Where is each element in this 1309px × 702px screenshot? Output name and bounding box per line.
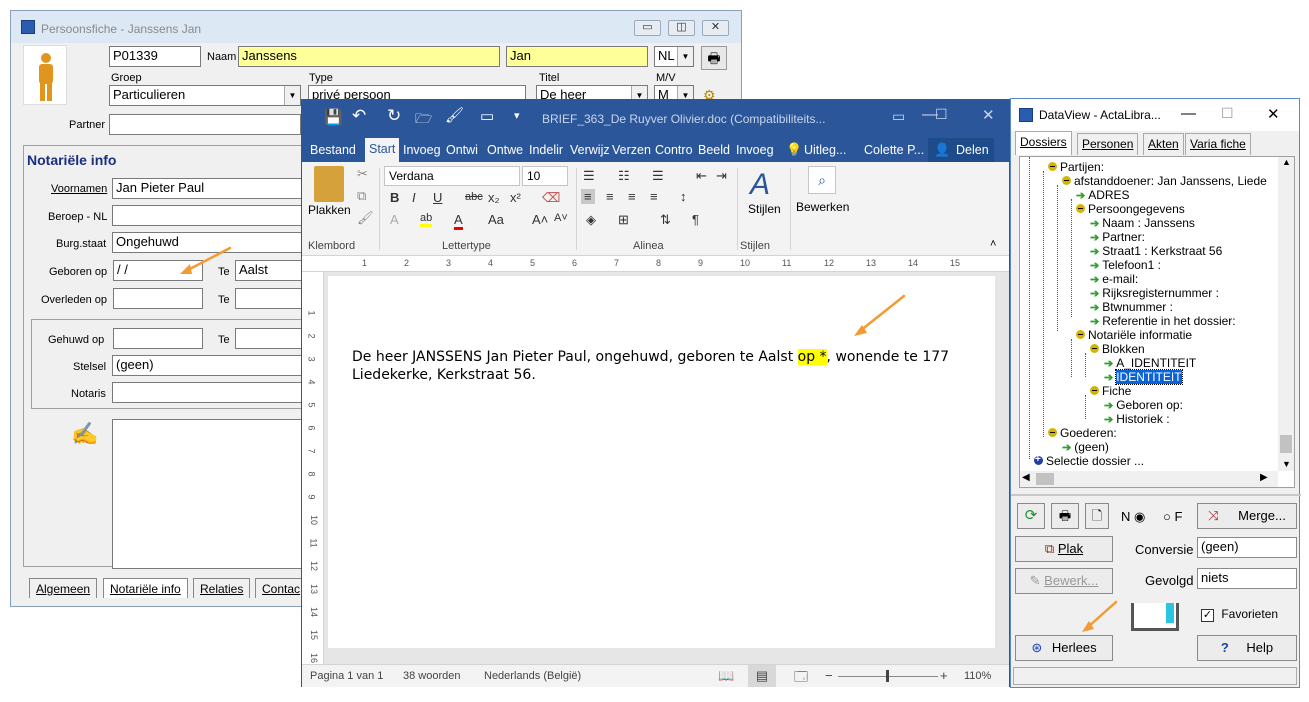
annotation-arrows	[180, 246, 1118, 632]
arrow-geboren	[184, 246, 232, 273]
arrow-document-field	[858, 294, 906, 333]
arrow-herlees	[1086, 600, 1118, 629]
arrowhead-geboren	[180, 264, 192, 274]
